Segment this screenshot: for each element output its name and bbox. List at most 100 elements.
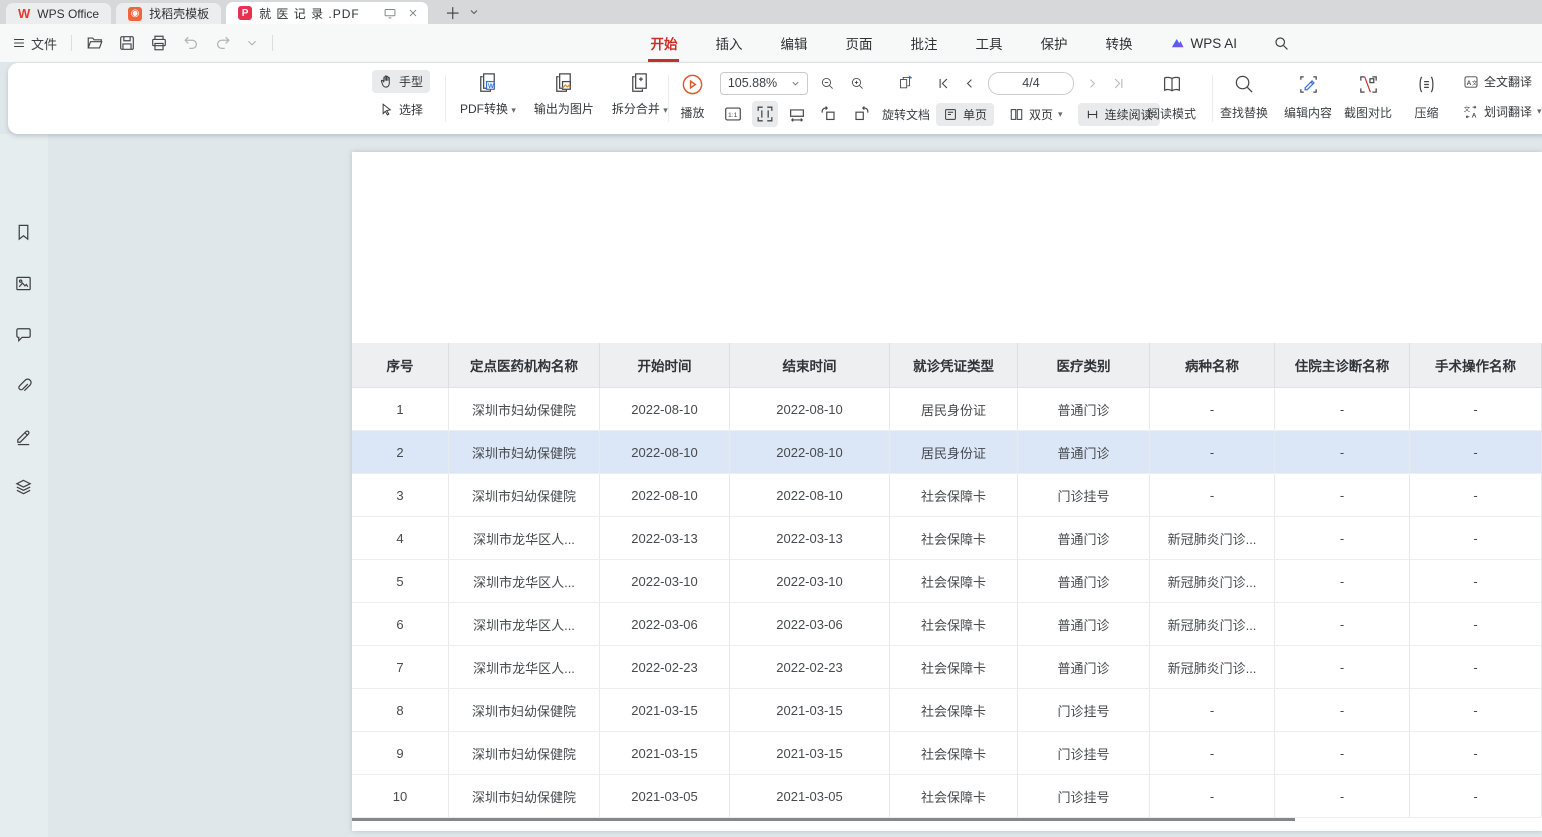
- menu-page[interactable]: 页面: [843, 24, 874, 62]
- table-cell: -: [1410, 732, 1542, 774]
- actual-size-button[interactable]: 1:1: [720, 101, 746, 127]
- menu-convert[interactable]: 转换: [1103, 24, 1134, 62]
- split-merge-button[interactable]: 拆分合并 ▾: [608, 70, 672, 118]
- pdf-convert-button[interactable]: W PDF转换 ▾: [456, 70, 520, 118]
- fit-width-icon: [787, 104, 807, 124]
- zoom-level-select[interactable]: 105.88%: [720, 72, 808, 95]
- undo-icon[interactable]: [182, 34, 200, 52]
- pen-icon[interactable]: [8, 421, 38, 451]
- table-cell: 2021-03-15: [600, 689, 730, 731]
- fit-page-icon: [755, 104, 775, 124]
- first-page-icon[interactable]: [936, 76, 951, 91]
- single-page-button[interactable]: 单页: [936, 103, 994, 126]
- table-cell: 深圳市妇幼保健院: [449, 388, 600, 430]
- menu-protect[interactable]: 保护: [1038, 24, 1069, 62]
- bookmark-icon[interactable]: [8, 217, 38, 247]
- monitor-icon[interactable]: [383, 6, 397, 20]
- svg-text:A: A: [1472, 112, 1477, 119]
- play-icon: [681, 73, 704, 96]
- last-page-icon[interactable]: [1111, 76, 1126, 91]
- select-tool-button[interactable]: 选择: [372, 98, 430, 121]
- menu-wps-ai[interactable]: WPS AI: [1168, 27, 1239, 60]
- reading-mode-button[interactable]: [1157, 70, 1187, 100]
- rotate-document-button[interactable]: 旋转文档: [882, 106, 930, 123]
- table-cell: -: [1275, 603, 1410, 645]
- table-cell: -: [1410, 560, 1542, 602]
- double-page-button[interactable]: 双页 ▾: [1002, 103, 1070, 126]
- menu-comment[interactable]: 批注: [908, 24, 939, 62]
- table-cell: 普通门诊: [1018, 431, 1150, 473]
- folder-open-icon[interactable]: [86, 34, 104, 52]
- single-page-icon: [943, 107, 958, 122]
- separator: [71, 35, 72, 51]
- table-row: 7深圳市龙华区人...2022-02-232022-02-23社会保障卡普通门诊…: [352, 646, 1542, 689]
- zoom-in-icon[interactable]: [847, 73, 868, 94]
- play-button[interactable]: [678, 70, 707, 99]
- new-tab-button[interactable]: ＋: [445, 0, 461, 24]
- rotate-right-icon: [851, 104, 871, 124]
- table-body: 1深圳市妇幼保健院2022-08-102022-08-10居民身份证普通门诊--…: [352, 388, 1542, 818]
- translate-icon: A文: [1463, 74, 1479, 90]
- page-swap-icon[interactable]: [894, 71, 918, 95]
- table-cell: -: [1410, 517, 1542, 559]
- table-cell: 深圳市龙华区人...: [449, 560, 600, 602]
- table-cell: -: [1275, 388, 1410, 430]
- layers-icon[interactable]: [8, 472, 38, 502]
- screenshot-compare-button[interactable]: [1354, 70, 1383, 99]
- chevron-down-icon[interactable]: [469, 7, 479, 17]
- redo-icon[interactable]: [214, 34, 232, 52]
- fit-width-button[interactable]: [784, 101, 810, 127]
- hand-tool-button[interactable]: 手型: [372, 70, 430, 93]
- paperclip-icon[interactable]: [8, 370, 38, 400]
- menu-insert[interactable]: 插入: [713, 24, 744, 62]
- separator: [272, 35, 273, 51]
- zoom-out-icon[interactable]: [817, 73, 838, 94]
- table-cell: 4: [352, 517, 449, 559]
- tab-wps-office[interactable]: W WPS Office: [6, 3, 111, 24]
- medical-records-table: 序号定点医药机构名称开始时间结束时间就诊凭证类型医疗类别病种名称住院主诊断名称手…: [352, 343, 1542, 818]
- page-number-input[interactable]: 4/4: [988, 72, 1074, 95]
- rotate-left-button[interactable]: [816, 101, 842, 127]
- next-page-icon[interactable]: [1086, 77, 1099, 90]
- prev-page-icon[interactable]: [963, 77, 976, 90]
- full-text-translate-button[interactable]: A文 全文翻译: [1456, 70, 1542, 93]
- menu-edit[interactable]: 编辑: [778, 24, 809, 62]
- table-cell: 深圳市妇幼保健院: [449, 474, 600, 516]
- edit-content-label: 编辑内容: [1284, 104, 1332, 121]
- print-icon[interactable]: [150, 34, 168, 52]
- thumbnail-icon[interactable]: [8, 268, 38, 298]
- tab-docer[interactable]: ◉ 找稻壳模板: [116, 3, 221, 24]
- table-row: 10深圳市妇幼保健院2021-03-052021-03-05社会保障卡门诊挂号-…: [352, 775, 1542, 818]
- tab-document[interactable]: P 就 医 记 录 .PDF: [226, 2, 428, 24]
- rotate-right-button[interactable]: [848, 101, 874, 127]
- table-cell: 6: [352, 603, 449, 645]
- file-menu-button[interactable]: 文件: [12, 34, 57, 53]
- close-icon[interactable]: [407, 7, 419, 19]
- table-cell: 5: [352, 560, 449, 602]
- table-cell: 8: [352, 689, 449, 731]
- search-icon[interactable]: [1273, 35, 1290, 52]
- compress-button[interactable]: [1412, 70, 1441, 99]
- menu-home[interactable]: 开始: [648, 24, 679, 62]
- table-cell: -: [1150, 388, 1275, 430]
- compress-icon: [1415, 73, 1438, 96]
- export-image-button[interactable]: 输出为图片: [530, 70, 598, 118]
- table-cell: 居民身份证: [890, 388, 1018, 430]
- word-translate-button[interactable]: 文A 划词翻译 ▾: [1456, 100, 1542, 123]
- table-header-cell: 医疗类别: [1018, 343, 1150, 387]
- table-cell: 2022-02-23: [730, 646, 890, 688]
- word-translate-icon: 文A: [1463, 104, 1479, 120]
- comment-icon[interactable]: [8, 319, 38, 349]
- table-cell: 1: [352, 388, 449, 430]
- table-cell: -: [1275, 646, 1410, 688]
- menu-tools[interactable]: 工具: [973, 24, 1004, 62]
- save-icon[interactable]: [118, 34, 136, 52]
- edit-content-button[interactable]: [1294, 70, 1323, 99]
- table-row: 6深圳市龙华区人...2022-03-062022-03-06社会保障卡普通门诊…: [352, 603, 1542, 646]
- find-replace-button[interactable]: [1230, 70, 1259, 99]
- table-row: 1深圳市妇幼保健院2022-08-102022-08-10居民身份证普通门诊--…: [352, 388, 1542, 431]
- fit-page-button[interactable]: [752, 101, 778, 127]
- table-cell: -: [1275, 689, 1410, 731]
- table-header-cell: 手术操作名称: [1410, 343, 1542, 387]
- chevron-down-icon[interactable]: [246, 37, 258, 49]
